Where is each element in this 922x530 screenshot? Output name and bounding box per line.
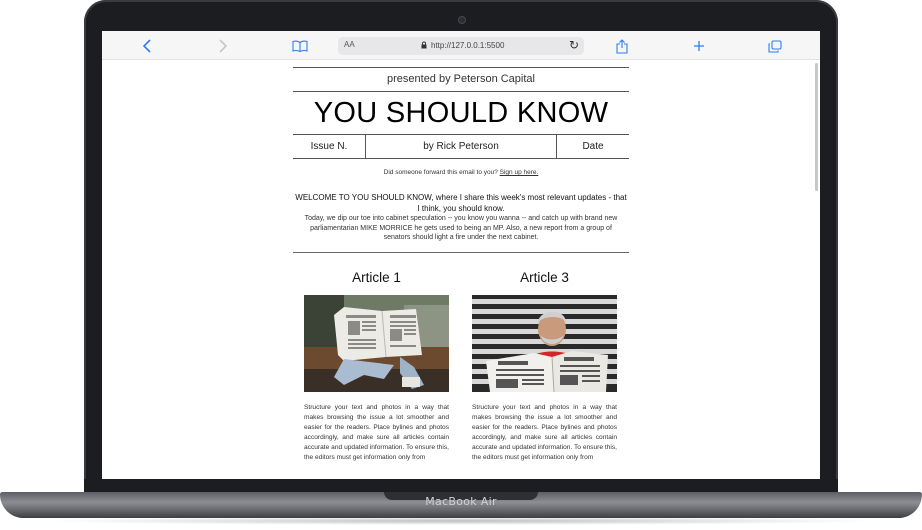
article-title: Article 1 — [352, 269, 401, 285]
browser-toolbar: AA http://127.0.0.1:5500 ↻ — [102, 31, 820, 60]
address-bar[interactable]: AA http://127.0.0.1:5500 ↻ — [338, 37, 584, 55]
article-body: Structure your text and photos in a way … — [472, 403, 617, 461]
laptop-shadow — [40, 517, 882, 525]
presented-by: presented by Peterson Capital — [387, 73, 535, 85]
new-tab-icon[interactable] — [688, 36, 710, 56]
newsletter: presented by Peterson Capital YOU SHOULD… — [293, 67, 629, 479]
forward-text: Did someone forward this email to you? — [383, 169, 498, 176]
tabs-icon[interactable] — [764, 36, 786, 56]
url-text[interactable]: http://127.0.0.1:5500 — [431, 41, 504, 50]
reader-icon[interactable] — [289, 36, 311, 56]
sign-up-link[interactable]: Sign up here. — [500, 169, 539, 176]
author-byline: by Rick Peterson — [366, 135, 557, 158]
article-photo — [472, 294, 617, 392]
device-label: MacBook Air — [425, 495, 497, 508]
article-card: Article 3 Structure your text and photos… — [472, 269, 617, 463]
article-photo — [304, 294, 449, 392]
lock-icon — [421, 41, 427, 51]
article-title: Article 3 — [520, 269, 569, 285]
issue-number: Issue N. — [293, 135, 366, 158]
issue-info-bar: Issue N. by Rick Peterson Date — [293, 134, 629, 159]
welcome-text: WELCOME TO YOU SHOULD KNOW, where I shar… — [295, 193, 627, 213]
scrollbar[interactable] — [815, 63, 818, 191]
forward-notice: Did someone forward this email to you? S… — [293, 169, 629, 176]
camera-icon — [459, 17, 465, 23]
article-body: Structure your text and photos in a way … — [304, 403, 449, 461]
intro-text: Today, we dip our toe into cabinet specu… — [304, 215, 618, 241]
share-icon[interactable] — [611, 36, 633, 56]
forward-icon[interactable] — [212, 36, 234, 56]
screen: AA http://127.0.0.1:5500 ↻ presented by … — [102, 31, 820, 479]
issue-date: Date — [582, 141, 604, 152]
back-icon[interactable] — [136, 36, 158, 56]
article-card: Article 1 Structure your text and photos… — [304, 269, 449, 463]
articles-grid: Article 1 Structure your text and photos… — [293, 253, 629, 480]
text-size-button[interactable]: AA — [344, 40, 355, 49]
reload-icon[interactable]: ↻ — [569, 38, 579, 52]
newsletter-title: YOU SHOULD KNOW — [313, 97, 609, 129]
